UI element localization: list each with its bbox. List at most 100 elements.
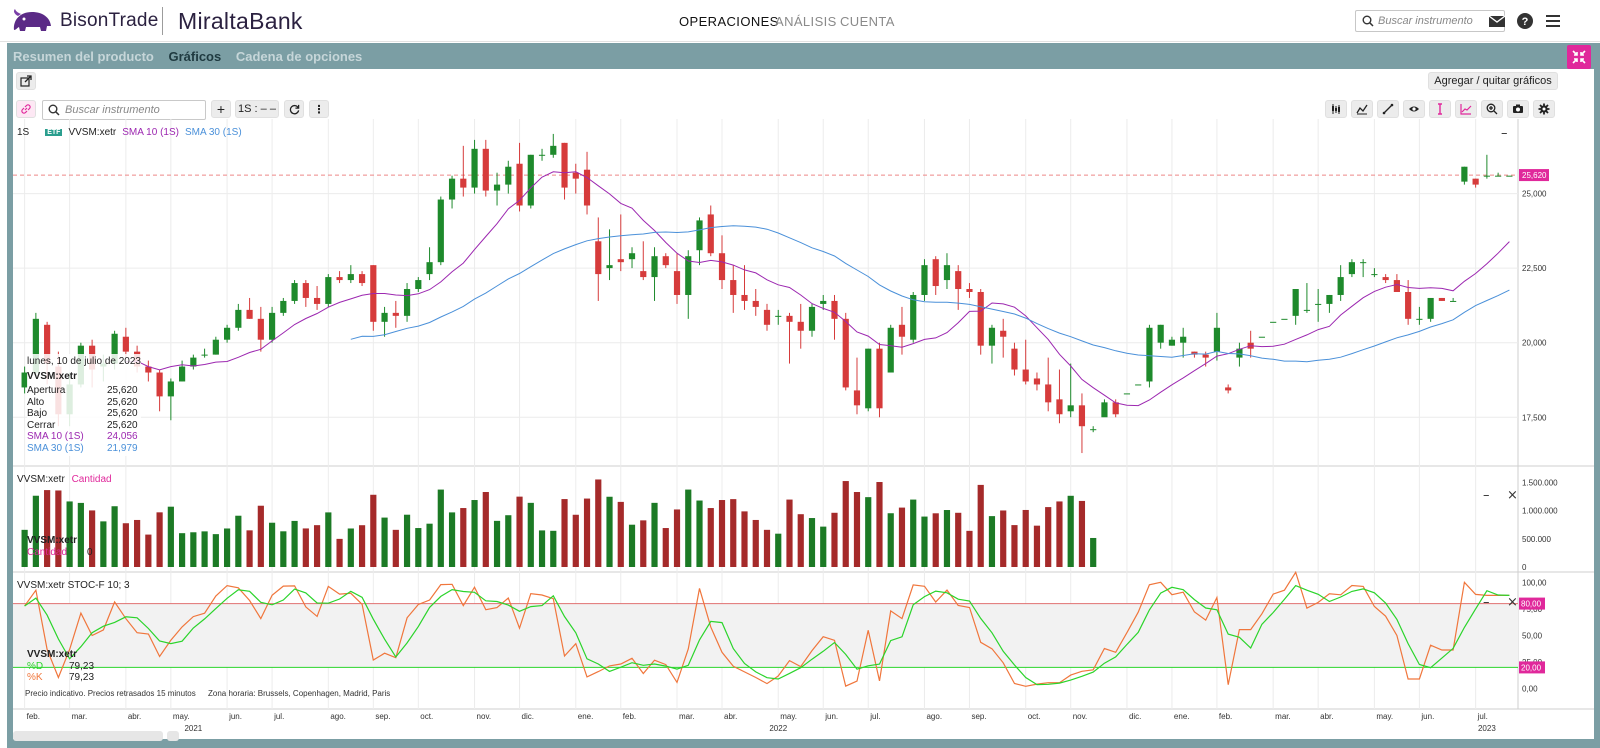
candle-body — [1213, 327, 1221, 352]
tab-opciones[interactable]: Cadena de opciones — [236, 49, 362, 64]
stoch-k-row: %K 79,23 — [27, 672, 95, 683]
candles-layer — [21, 133, 1513, 454]
miraltabank-logo[interactable]: MiraltaBank — [178, 8, 303, 35]
month-tick-label: abr. — [128, 712, 141, 721]
volume-bar — [853, 492, 861, 567]
candle-body — [1371, 274, 1378, 276]
volume-tick-label: 0 — [1522, 563, 1527, 572]
volume-bar — [280, 531, 287, 567]
month-tick-label: feb. — [623, 712, 636, 721]
nav-operaciones[interactable]: OPERACIONES — [679, 14, 779, 29]
menu-icon[interactable] — [1544, 12, 1562, 30]
candle-body — [921, 265, 928, 295]
month-tick-label: dic. — [522, 712, 534, 721]
candle-body — [640, 271, 647, 278]
sma10-label[interactable]: SMA 10 (1S) — [122, 127, 179, 138]
candle-body — [730, 280, 737, 295]
close-pane-icon[interactable]: × — [1507, 488, 1518, 503]
bottom-scrollbar[interactable] — [13, 731, 163, 741]
candle-body — [1270, 321, 1277, 323]
volume-tick-label: 1.000.000 — [1522, 507, 1558, 516]
month-tick-label: jul. — [1477, 712, 1488, 721]
top-search-input[interactable]: Buscar instrumento — [1355, 10, 1505, 32]
volume-bar — [696, 500, 703, 567]
volume-bar — [460, 508, 467, 567]
volume-bar — [167, 506, 174, 567]
price-tick-label: 20,000 — [1522, 339, 1547, 348]
volume-bar — [1056, 501, 1063, 567]
minimize-pane-icon[interactable]: – — [1483, 488, 1490, 503]
candle-body — [257, 318, 264, 340]
month-tick-label: sep. — [971, 712, 986, 721]
volume-bar — [651, 502, 658, 567]
volume-bar — [1045, 507, 1052, 567]
minimize-pane-icon[interactable]: – — [1501, 126, 1508, 141]
candle-body — [1337, 277, 1344, 295]
nav-cuenta[interactable]: CUENTA — [840, 14, 895, 29]
chart-svg[interactable]: feb. mar. abr. may. jun. jul. ago. sep. oct. nov.… — [13, 69, 1594, 739]
footer-notes: Precio indicativo. Precios retrasados 15… — [25, 689, 390, 698]
volume-bar — [1022, 509, 1029, 567]
help-icon[interactable]: ? — [1516, 12, 1534, 30]
volume-bar — [797, 514, 804, 567]
footer-timezone: Zona horaria: Brussels, Copenhagen, Madr… — [207, 689, 391, 698]
candle-body — [853, 390, 861, 406]
collapse-button[interactable] — [1567, 45, 1591, 69]
tab-graficos[interactable]: Gráficos — [168, 49, 221, 64]
tab-resumen[interactable]: Resumen del producto — [13, 49, 154, 64]
stoch-info-box: VVSM:xetr %D 79,23 %K 79,23 — [27, 649, 94, 684]
candle-body — [1078, 405, 1086, 427]
candle-body — [1180, 336, 1187, 343]
candle-body — [561, 142, 568, 188]
month-tick-label: jun. — [824, 712, 838, 721]
month-tick-label: mar. — [72, 712, 88, 721]
volume-bar — [595, 479, 602, 567]
candle-body — [291, 283, 298, 301]
candle-body — [415, 280, 422, 290]
mail-icon[interactable] — [1488, 12, 1506, 30]
candle-body — [673, 271, 681, 295]
volume-bar — [865, 497, 872, 567]
bisontrade-logo[interactable]: BisonTrade — [10, 6, 158, 36]
volume-bar — [662, 528, 669, 567]
candle-body — [696, 220, 703, 251]
nav-analisis[interactable]: ANÁLISIS — [775, 14, 837, 29]
volume-bar — [212, 534, 219, 567]
candle-body — [1416, 318, 1423, 320]
candle-body — [167, 381, 174, 397]
candle-body — [741, 294, 748, 301]
volume-bar — [842, 481, 849, 567]
candle-body — [1101, 402, 1108, 418]
month-tick-label: jun. — [1420, 712, 1434, 721]
sma30-label[interactable]: SMA 30 (1S) — [185, 127, 242, 138]
volume-bar — [775, 533, 782, 567]
volume-layer — [21, 479, 1097, 567]
candle-body — [1157, 324, 1164, 343]
search-icon — [1362, 15, 1374, 27]
top-search-placeholder: Buscar instrumento — [1378, 15, 1473, 27]
month-tick-label: ago. — [330, 712, 346, 721]
candle-body — [1011, 348, 1018, 370]
stoch-info-symbol: VVSM:xetr — [27, 649, 78, 660]
volume-bar — [134, 519, 141, 567]
candle-body — [876, 348, 883, 409]
candle-body — [201, 354, 208, 356]
candle-body — [212, 339, 219, 355]
minimize-pane-icon[interactable]: – — [1483, 595, 1490, 610]
volume-bar — [347, 528, 354, 567]
close-pane-icon[interactable]: × — [1507, 595, 1518, 610]
brand1-text: BisonTrade — [60, 10, 159, 31]
candle-body — [302, 283, 309, 298]
price-tick-label: 22,500 — [1522, 264, 1547, 273]
volume-bar — [898, 507, 906, 567]
volume-bar — [145, 534, 152, 567]
candle-body — [572, 172, 579, 179]
volume-bar — [763, 529, 771, 567]
candle-body — [763, 309, 771, 325]
volume-bar — [583, 498, 591, 567]
month-tick-label: may. — [1376, 712, 1393, 721]
candle-body — [426, 262, 433, 275]
bottom-scroll-handle[interactable] — [167, 731, 179, 741]
year-tick-label: 2022 — [769, 724, 787, 733]
candle-body — [1202, 354, 1209, 358]
